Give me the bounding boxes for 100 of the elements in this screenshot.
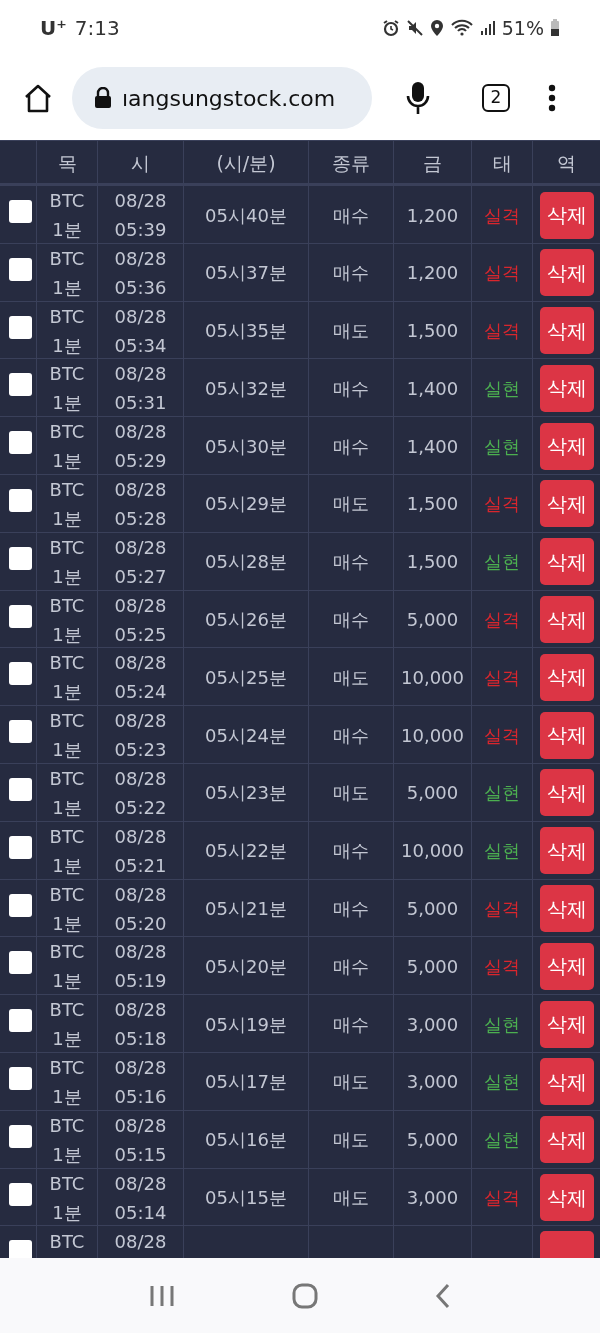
delete-button[interactable]: 삭제 <box>539 249 594 297</box>
table-cell-text: 5,000 <box>406 1128 459 1153</box>
delete-button[interactable]: 삭제 <box>539 596 594 644</box>
column-header: 역 <box>557 150 576 176</box>
address-bar[interactable]: ıangsungstock.com <box>72 67 372 129</box>
row-checkbox[interactable] <box>9 315 32 339</box>
date-text: 08/28 <box>114 478 167 502</box>
row-checkbox[interactable] <box>9 200 32 223</box>
date-text: 05:23 <box>114 738 167 763</box>
delete-button[interactable]: 삭제 <box>539 942 594 990</box>
delete-button[interactable]: 삭제 <box>539 1174 594 1222</box>
alarm-icon <box>381 19 400 37</box>
table-cell-text: 매수 <box>333 261 369 286</box>
table-cell-text: 1,400 <box>406 434 459 459</box>
delete-button[interactable]: 삭제 <box>539 1058 594 1106</box>
delete-button[interactable]: 삭제 <box>539 1000 594 1048</box>
date-text: 08/28 <box>114 1230 167 1255</box>
table-cell-text: 3,000 <box>406 1070 459 1095</box>
row-checkbox[interactable] <box>9 257 32 281</box>
microphone-icon[interactable] <box>406 80 430 116</box>
table-cell-text: 1,400 <box>406 376 459 401</box>
date-text: 05:27 <box>114 564 167 589</box>
date-text: 05:29 <box>114 449 167 474</box>
table-cell-text: 매수 <box>333 839 369 864</box>
table-cell-text: 매도 <box>333 781 369 806</box>
symbol-text: 1분 <box>52 969 82 994</box>
date-text: 05:39 <box>114 218 167 242</box>
row-checkbox[interactable] <box>9 431 32 455</box>
date-text: 05:36 <box>114 275 167 300</box>
symbol-text: BTC <box>49 304 85 329</box>
row-checkbox[interactable] <box>9 662 32 686</box>
date-text: 05:19 <box>114 969 167 994</box>
table-cell-text: 매도 <box>333 1186 369 1211</box>
row-checkbox[interactable] <box>9 546 32 570</box>
date-text: 08/28 <box>114 1171 167 1196</box>
delete-button[interactable]: 삭제 <box>539 653 594 701</box>
row-checkbox[interactable] <box>9 489 32 512</box>
date-text: 08/28 <box>114 420 167 445</box>
table-cell-text: 05시23분 <box>205 781 287 806</box>
delete-button[interactable]: 삭제 <box>539 711 594 759</box>
table-cell-text: 1,200 <box>406 261 459 286</box>
table-cell-text: 5,000 <box>406 897 459 922</box>
row-checkbox[interactable] <box>9 893 32 917</box>
table-cell-text: 05시37분 <box>205 261 287 286</box>
table-cell-text: 05시35분 <box>205 319 287 344</box>
status-text: 실격 <box>484 261 520 286</box>
row-checkbox[interactable] <box>9 1182 32 1206</box>
table-cell-text: 05시28분 <box>205 550 287 575</box>
delete-button[interactable]: 삭제 <box>539 538 594 586</box>
date-text: 08/28 <box>114 882 167 907</box>
symbol-text: 1분 <box>52 1084 82 1109</box>
delete-button[interactable]: 삭제 <box>539 307 594 355</box>
delete-button[interactable]: 삭제 <box>539 1116 594 1164</box>
row-checkbox[interactable] <box>9 1009 32 1033</box>
row-checkbox[interactable] <box>9 720 32 744</box>
row-checkbox[interactable] <box>9 604 32 628</box>
date-text: 05:21 <box>114 853 167 878</box>
date-text: 08/28 <box>114 362 167 387</box>
symbol-text: 1분 <box>52 853 82 878</box>
table-cell-text: 매수 <box>333 723 369 748</box>
symbol-text: BTC <box>49 535 85 560</box>
table-cell-text: 05시19분 <box>205 1012 287 1037</box>
symbol-text: BTC <box>49 998 85 1023</box>
row-checkbox[interactable] <box>9 951 32 975</box>
tab-count-button[interactable]: 2 <box>482 84 510 112</box>
column-header: 목 <box>57 150 77 176</box>
recent-apps-icon[interactable] <box>148 1283 175 1308</box>
delete-button[interactable]: 삭제 <box>539 480 594 528</box>
symbol-text: 1분 <box>52 507 82 531</box>
delete-button[interactable]: 삭제 <box>539 827 594 875</box>
row-checkbox[interactable] <box>9 1240 32 1258</box>
row-checkbox[interactable] <box>9 835 32 859</box>
column-header: 태 <box>492 150 512 176</box>
delete-button[interactable]: 삭제 <box>539 885 594 933</box>
date-text: 05:16 <box>114 1084 167 1109</box>
row-checkbox[interactable] <box>9 1124 32 1148</box>
table-cell-text: 5,000 <box>406 781 459 806</box>
menu-icon[interactable] <box>548 84 556 112</box>
delete-button[interactable]: 삭제 <box>539 769 594 817</box>
carrier-label: U⁺ <box>40 15 67 42</box>
status-text: 실현 <box>484 839 520 864</box>
status-text: 실현 <box>484 1070 520 1095</box>
table-cell-text: 1,500 <box>406 550 459 575</box>
home-button-icon[interactable] <box>292 1282 318 1309</box>
symbol-text: BTC <box>49 362 85 387</box>
symbol-text: 1분 <box>52 449 82 474</box>
row-checkbox[interactable] <box>9 373 32 397</box>
table-cell-text: 매도 <box>333 492 369 517</box>
status-text: 실격 <box>484 897 520 922</box>
status-text: 실현 <box>484 1012 520 1037</box>
delete-button[interactable]: 삭제 <box>539 191 594 239</box>
row-checkbox[interactable] <box>9 1066 32 1090</box>
symbol-text: 1분 <box>52 795 82 820</box>
column-header: 종류 <box>332 150 370 176</box>
date-text: 08/28 <box>114 940 167 965</box>
delete-button[interactable]: 삭제 <box>539 422 594 470</box>
back-icon[interactable] <box>435 1282 452 1309</box>
date-text: 05:14 <box>114 1200 167 1225</box>
row-checkbox[interactable] <box>9 777 32 801</box>
delete-button[interactable]: 삭제 <box>539 364 594 412</box>
